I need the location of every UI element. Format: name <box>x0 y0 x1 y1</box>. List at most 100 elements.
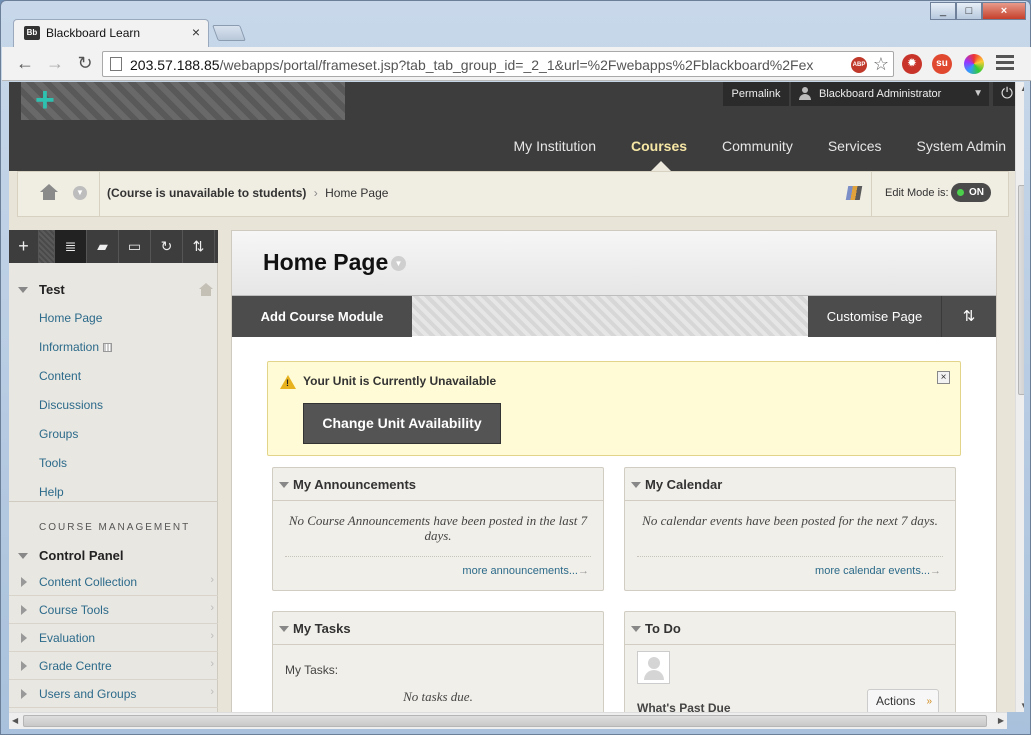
top-navigation: My Institution Courses Community Service… <box>479 138 1006 171</box>
adblock-icon[interactable]: ABP <box>851 57 867 73</box>
new-tab-button[interactable] <box>212 25 246 41</box>
edit-mode-toggle[interactable]: ON <box>951 183 991 202</box>
menu-link-discussions[interactable]: Discussions <box>39 398 103 412</box>
forward-arrow-icon[interactable]: → <box>44 53 66 74</box>
menu-link-label: Information <box>39 340 100 354</box>
chevron-down-icon: » <box>926 696 932 707</box>
tab-close-icon[interactable]: × <box>192 24 200 40</box>
past-due-heading: What's Past Due <box>637 701 731 712</box>
stumbleupon-icon[interactable]: su <box>932 54 952 74</box>
permalink-button[interactable]: Permalink <box>723 82 789 106</box>
home-icon[interactable] <box>40 184 58 200</box>
avatar <box>637 651 670 684</box>
module-header: My Announcements <box>273 468 603 501</box>
collapse-triangle-icon[interactable] <box>18 287 28 293</box>
menu-link-home-page[interactable]: Home Page <box>39 311 102 325</box>
tab-my-institution[interactable]: My Institution <box>514 138 596 154</box>
add-course-module-button[interactable]: Add Course Module <box>232 296 412 337</box>
breadcrumb: ▼ (Course is unavailable to students) › … <box>17 171 1009 217</box>
more-calendar-events-link[interactable]: more calendar events...→ <box>815 565 941 577</box>
module-title: My Tasks <box>293 621 351 636</box>
browser-menu-icon[interactable] <box>996 55 1014 71</box>
control-panel-item-label: Grade Centre <box>39 659 112 673</box>
expand-triangle-icon <box>21 661 27 671</box>
more-announcements-link[interactable]: more announcements...→ <box>462 565 589 577</box>
refresh-icon[interactable]: ↻ <box>151 230 183 263</box>
scroll-down-arrow-icon[interactable]: ▼ <box>1020 701 1024 710</box>
control-panel-item-label: Users and Groups <box>39 687 137 701</box>
hidden-item-icon <box>103 343 113 353</box>
tab-services[interactable]: Services <box>828 138 882 154</box>
course-title[interactable]: Test <box>39 282 65 297</box>
page-header: Home Page ▼ <box>232 231 996 295</box>
vertical-scrollbar[interactable]: ▲ ▼ <box>1015 82 1024 712</box>
menu-link-help[interactable]: Help <box>39 485 64 499</box>
list-view-icon[interactable]: ≣ <box>55 230 87 263</box>
menu-link-content[interactable]: Content <box>39 369 81 383</box>
arrow-right-icon: → <box>578 565 589 577</box>
control-panel-users-and-groups[interactable]: Users and Groups › <box>9 680 218 708</box>
maximize-button[interactable]: □ <box>956 2 982 20</box>
back-arrow-icon[interactable]: ← <box>14 53 36 74</box>
plus-logo-icon: + <box>35 82 55 119</box>
menu-link-information[interactable]: Information <box>39 340 113 354</box>
tab-community[interactable]: Community <box>722 138 793 154</box>
calendar-module: My Calendar No calendar events have been… <box>624 467 956 591</box>
control-panel-item-label: Course Tools <box>39 603 109 617</box>
collapse-triangle-icon[interactable] <box>631 626 641 632</box>
customise-page-button[interactable]: Customise Page <box>808 296 942 337</box>
course-status-crumb[interactable]: (Course is unavailable to students) <box>107 186 306 200</box>
actions-dropdown[interactable]: Actions » <box>867 689 939 712</box>
menu-link-tools[interactable]: Tools <box>39 456 67 470</box>
new-window-icon[interactable]: ▭ <box>119 230 151 263</box>
folder-view-icon[interactable]: ▰ <box>87 230 119 263</box>
control-panel-evaluation[interactable]: Evaluation › <box>9 624 218 652</box>
reorder-modules-icon[interactable]: ⇅ <box>942 296 996 337</box>
course-menu: Test Home Page Information Content Discu… <box>9 263 218 712</box>
tab-system-admin[interactable]: System Admin <box>917 138 1006 154</box>
more-announcements-label: more announcements... <box>462 565 578 577</box>
module-title: My Calendar <box>645 477 723 492</box>
chevron-right-icon: › <box>210 686 214 698</box>
scroll-left-arrow-icon[interactable]: ◀ <box>12 716 18 725</box>
bookmark-star-icon[interactable]: ☆ <box>873 54 889 75</box>
close-icon[interactable]: × <box>937 371 950 384</box>
change-unit-availability-button[interactable]: Change Unit Availability <box>303 403 501 444</box>
minimize-button[interactable]: _ <box>930 2 956 20</box>
scroll-thumb[interactable] <box>23 715 987 727</box>
empty-message: No tasks due. <box>403 689 473 704</box>
control-panel-grade-centre[interactable]: Grade Centre › <box>9 652 218 680</box>
course-management-heading: COURSE MANAGEMENT <box>39 522 191 533</box>
tasks-label: My Tasks: <box>285 663 339 677</box>
address-bar[interactable]: 203.57.188.85/webapps/portal/frameset.js… <box>102 51 894 77</box>
collapse-triangle-icon[interactable] <box>18 553 28 559</box>
control-panel-content-collection[interactable]: Content Collection › <box>9 568 218 596</box>
theme-palette-icon[interactable] <box>845 186 863 200</box>
reload-icon[interactable]: ↻ <box>74 53 96 74</box>
warning-icon: ! <box>280 375 296 389</box>
control-panel-heading[interactable]: Control Panel <box>39 548 124 563</box>
institution-logo-banner[interactable] <box>21 82 345 120</box>
add-menu-item-button[interactable]: + <box>9 230 39 263</box>
chevron-down-icon[interactable]: ▼ <box>391 256 406 271</box>
color-wheel-extension-icon[interactable] <box>964 54 984 74</box>
user-menu[interactable]: Blackboard Administrator ▼ <box>791 82 989 106</box>
browser-tab[interactable]: Bb Blackboard Learn × <box>13 19 209 47</box>
reorder-icon[interactable]: ⇅ <box>183 230 215 263</box>
collapse-triangle-icon[interactable] <box>631 482 641 488</box>
control-panel-course-tools[interactable]: Course Tools › <box>9 596 218 624</box>
tab-courses[interactable]: Courses <box>631 138 687 171</box>
collapse-triangle-icon[interactable] <box>279 482 289 488</box>
chevron-right-icon: › <box>210 574 214 586</box>
chevron-down-icon[interactable]: ▼ <box>73 186 87 200</box>
scroll-thumb[interactable] <box>1018 185 1024 395</box>
close-window-button[interactable]: × <box>982 2 1026 20</box>
scroll-up-arrow-icon[interactable]: ▲ <box>1020 84 1024 93</box>
extension-gear-icon[interactable]: ✹ <box>902 54 922 74</box>
menu-link-groups[interactable]: Groups <box>39 427 78 441</box>
control-panel-item-label: Content Collection <box>39 575 138 589</box>
url-text[interactable]: 203.57.188.85/webapps/portal/frameset.js… <box>130 57 850 73</box>
horizontal-scrollbar[interactable]: ◀ ▶ <box>9 712 1007 729</box>
collapse-triangle-icon[interactable] <box>279 626 289 632</box>
scroll-right-arrow-icon[interactable]: ▶ <box>998 716 1004 725</box>
